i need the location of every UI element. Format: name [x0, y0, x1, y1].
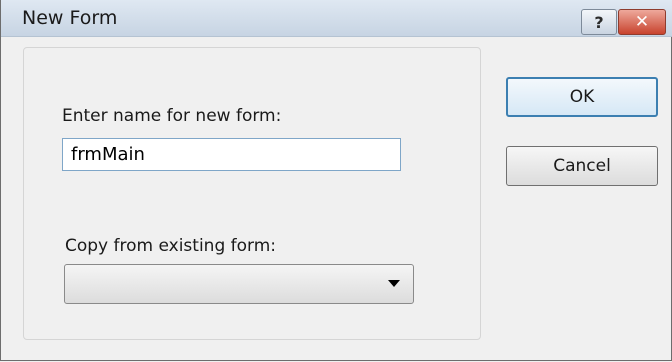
cancel-button[interactable]: Cancel — [506, 146, 658, 186]
title-bar[interactable]: New Form ? ✕ — [1, 0, 672, 37]
chevron-down-icon — [388, 280, 400, 287]
help-button[interactable]: ? — [581, 9, 617, 35]
close-button[interactable]: ✕ — [618, 9, 666, 35]
new-form-dialog: New Form ? ✕ Enter name for new form: Co… — [0, 0, 672, 361]
copy-from-label: Copy from existing form: — [65, 236, 277, 256]
close-icon: ✕ — [634, 12, 650, 32]
form-name-label: Enter name for new form: — [62, 106, 282, 126]
dialog-title: New Form — [22, 7, 118, 29]
copy-from-dropdown[interactable] — [64, 264, 414, 304]
ok-button[interactable]: OK — [506, 77, 658, 117]
form-name-input[interactable] — [62, 138, 401, 171]
help-icon: ? — [594, 12, 604, 32]
